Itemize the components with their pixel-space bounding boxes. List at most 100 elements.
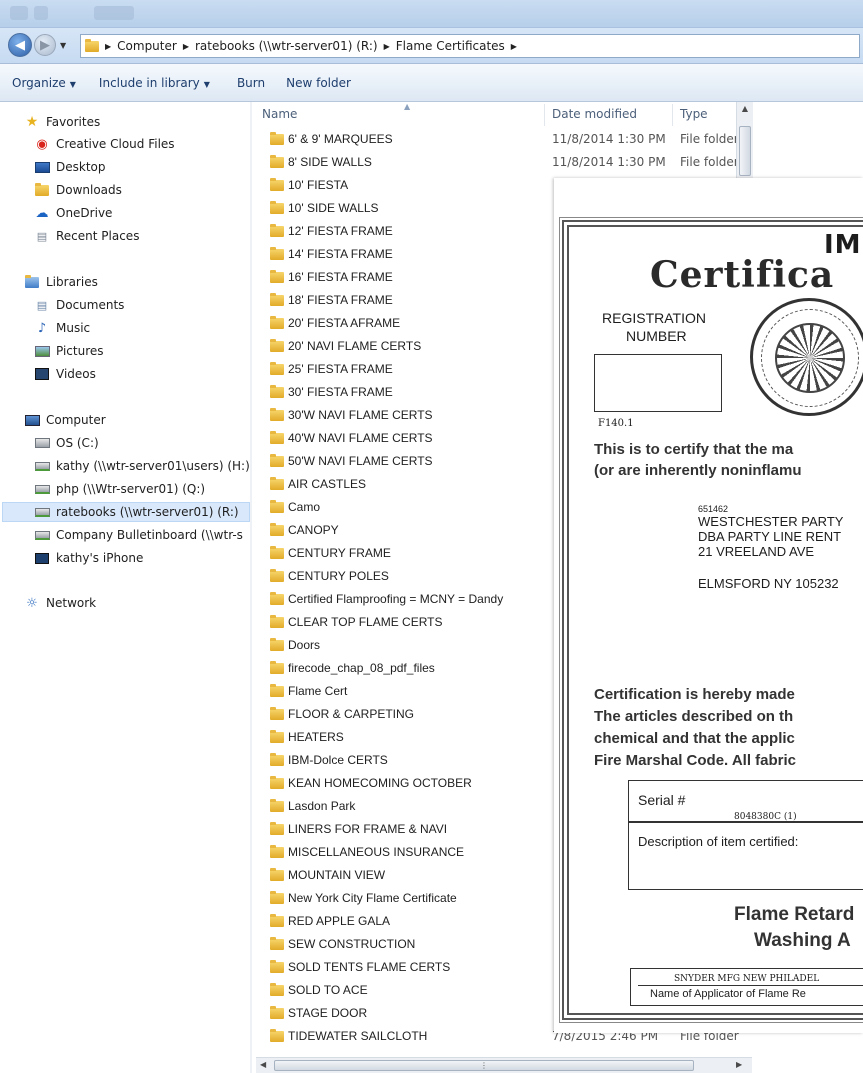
nav-downloads[interactable]: Downloads	[34, 180, 122, 200]
network-drive-icon	[34, 528, 50, 542]
file-name: 10' SIDE WALLS	[288, 201, 379, 215]
burn-button[interactable]: Burn	[219, 76, 274, 90]
breadcrumb-ratebooks[interactable]: ratebooks (\\wtr-server01) (R:)	[195, 39, 378, 53]
column-date-modified[interactable]: Date modified	[552, 107, 637, 121]
folder-icon	[270, 270, 284, 283]
folder-icon	[270, 316, 284, 329]
folder-icon	[270, 661, 284, 674]
nav-company-bulletinboard[interactable]: Company Bulletinboard (\\wtr-s	[34, 525, 243, 545]
file-name: 18' FIESTA FRAME	[288, 293, 393, 307]
flame-retardant-heading: Flame Retard	[734, 904, 855, 925]
folder-icon	[270, 868, 284, 881]
nav-recent-places[interactable]: ▤ Recent Places	[34, 226, 140, 246]
file-date-modified: 11/8/2014 1:30 PM	[552, 155, 666, 169]
folder-icon	[270, 408, 284, 421]
column-header: ▲ Name Date modified Type	[256, 102, 863, 128]
folder-icon	[270, 960, 284, 973]
folder-icon	[270, 684, 284, 697]
file-name: 20' FIESTA AFRAME	[288, 316, 401, 330]
nav-creative-cloud[interactable]: ◉ Creative Cloud Files	[34, 134, 174, 154]
nav-music[interactable]: ♪ Music	[34, 318, 90, 338]
registration-label: REGISTRATION	[602, 310, 706, 326]
nav-libraries[interactable]: Libraries	[24, 272, 98, 292]
file-name: SOLD TO ACE	[288, 983, 368, 997]
star-icon: ★	[25, 114, 39, 130]
file-row[interactable]: 8' SIDE WALLS 11/8/2014 1:30 PM File folde…	[256, 151, 739, 173]
nav-item-label: Music	[56, 321, 91, 335]
column-divider[interactable]	[544, 104, 545, 126]
nav-drive-r[interactable]: ratebooks (\\wtr-server01) (R:)	[2, 502, 250, 522]
scroll-left-icon[interactable]: ◀	[260, 1060, 266, 1069]
sort-ascending-icon: ▲	[404, 102, 411, 111]
folder-icon	[270, 339, 284, 352]
description-box	[628, 822, 863, 890]
file-name: 30'W NAVI FLAME CERTS	[288, 408, 433, 422]
nav-network[interactable]: ☼ Network	[24, 593, 96, 613]
file-name: MISCELLANEOUS INSURANCE	[288, 845, 465, 859]
nav-iphone[interactable]: kathy's iPhone	[34, 548, 143, 568]
chevron-down-icon: ▼	[69, 79, 76, 89]
chevron-right-icon[interactable]: ▶	[511, 42, 517, 51]
organize-button[interactable]: Organize ▼	[0, 76, 85, 90]
pane-splitter[interactable]	[250, 102, 252, 1073]
address-line: DBA PARTY LINE RENT	[698, 529, 842, 544]
chevron-right-icon[interactable]: ▶	[105, 42, 111, 51]
chevron-right-icon[interactable]: ▶	[384, 42, 390, 51]
certify-text: This is to certify that the ma	[594, 441, 794, 458]
scroll-thumb[interactable]	[739, 126, 751, 176]
nav-item-label: Documents	[56, 298, 125, 312]
description-label: Description of item certified:	[638, 834, 799, 849]
column-type[interactable]: Type	[680, 107, 708, 121]
nav-drive-q[interactable]: php (\\Wtr-server01) (Q:)	[34, 479, 205, 499]
folder-icon	[270, 224, 284, 237]
nav-videos[interactable]: Videos	[34, 364, 96, 384]
command-bar: Organize ▼ Include in library ▼ Burn New f…	[0, 64, 863, 102]
address-bar[interactable]: ▶ Computer ▶ ratebooks (\\wtr-server01) …	[80, 34, 860, 58]
account-number: 651462	[698, 504, 729, 514]
folder-icon	[270, 707, 284, 720]
scroll-up-icon[interactable]: ▲	[739, 104, 751, 118]
nav-favorites[interactable]: ★ Favorites	[24, 112, 101, 132]
folder-icon	[270, 753, 284, 766]
folder-icon	[270, 845, 284, 858]
certification-text: The articles described on th	[594, 708, 794, 725]
nav-desktop[interactable]: Desktop	[34, 157, 106, 177]
include-in-library-button[interactable]: Include in library ▼	[85, 76, 219, 90]
certification-text: Certification is hereby made	[594, 686, 795, 703]
new-folder-button[interactable]: New folder	[274, 76, 360, 90]
column-name[interactable]: Name	[262, 107, 297, 121]
file-name: Camo	[288, 500, 321, 514]
breadcrumb-flame-certificates[interactable]: Flame Certificates	[396, 39, 505, 53]
nav-item-label: OS (C:)	[56, 436, 99, 450]
scroll-thumb[interactable]: ⋮	[274, 1060, 694, 1071]
back-arrow-icon[interactable]: ◀	[8, 33, 32, 57]
horizontal-scrollbar[interactable]: ◀ ⋮ ▶	[256, 1057, 752, 1073]
nav-pictures[interactable]: Pictures	[34, 341, 104, 361]
file-row[interactable]: 6' & 9' MARQUEES 11/8/2014 1:30 PM File fo…	[256, 128, 739, 150]
file-name: RED APPLE GALA	[288, 914, 391, 928]
scroll-right-icon[interactable]: ▶	[736, 1060, 742, 1069]
nav-documents[interactable]: ▤ Documents	[34, 295, 125, 315]
forward-arrow-icon[interactable]: ▶	[34, 34, 56, 56]
nav-drive-c[interactable]: OS (C:)	[34, 433, 99, 453]
file-name: 12' FIESTA FRAME	[288, 224, 393, 238]
nav-onedrive[interactable]: ☁ OneDrive	[34, 203, 113, 223]
file-name: CENTURY POLES	[288, 569, 389, 583]
nav-item-label: php (\\Wtr-server01) (Q:)	[56, 482, 206, 496]
nav-drive-h[interactable]: kathy (\\wtr-server01\users) (H:)	[34, 456, 250, 476]
nav-computer[interactable]: Computer	[24, 410, 106, 430]
breadcrumb-computer[interactable]: Computer	[117, 39, 177, 53]
seal-center	[775, 323, 845, 393]
folder-icon	[270, 293, 284, 306]
folder-icon	[270, 477, 284, 490]
nav-computer-label: Computer	[46, 413, 106, 427]
column-divider[interactable]	[672, 104, 673, 126]
chevron-right-icon[interactable]: ▶	[183, 42, 189, 51]
folder-icon	[270, 638, 284, 651]
quick-access-icon[interactable]	[34, 6, 48, 20]
folder-icon	[270, 1029, 284, 1042]
recent-pages-dropdown-icon[interactable]: ▼	[60, 41, 66, 50]
nav-favorites-label: Favorites	[46, 115, 101, 129]
pictures-icon	[34, 344, 50, 358]
quick-access-icon[interactable]	[94, 6, 134, 20]
